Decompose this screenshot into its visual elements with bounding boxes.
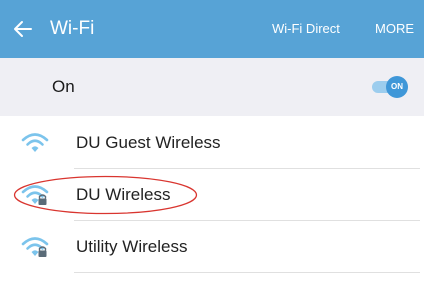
network-item[interactable]: DU Wireless <box>0 170 424 221</box>
wifi-direct-button[interactable]: Wi-Fi Direct <box>272 21 340 37</box>
wifi-toggle[interactable]: ON <box>372 76 414 98</box>
network-name: DU Guest Wireless <box>76 133 221 152</box>
divider <box>74 272 420 273</box>
back-button[interactable] <box>6 12 40 46</box>
master-switch-label: On <box>52 77 75 96</box>
wifi-signal-icon <box>21 133 49 152</box>
network-name: DU Wireless <box>76 185 171 204</box>
wifi-signal-locked-icon <box>21 237 49 257</box>
toggle-knob: ON <box>386 76 408 98</box>
app-bar: Wi-Fi Wi-Fi Direct MORE <box>0 0 424 58</box>
arrow-left-icon <box>14 21 32 37</box>
page-title: Wi-Fi <box>50 18 95 39</box>
wifi-signal-locked-icon <box>21 185 49 205</box>
divider <box>74 220 420 221</box>
wifi-master-switch-row[interactable]: On ON <box>0 58 424 116</box>
network-item[interactable]: Utility Wireless <box>0 222 424 273</box>
divider <box>74 168 420 169</box>
network-item[interactable]: DU Guest Wireless <box>0 118 424 169</box>
more-button[interactable]: MORE <box>375 21 414 37</box>
network-name: Utility Wireless <box>76 237 188 256</box>
